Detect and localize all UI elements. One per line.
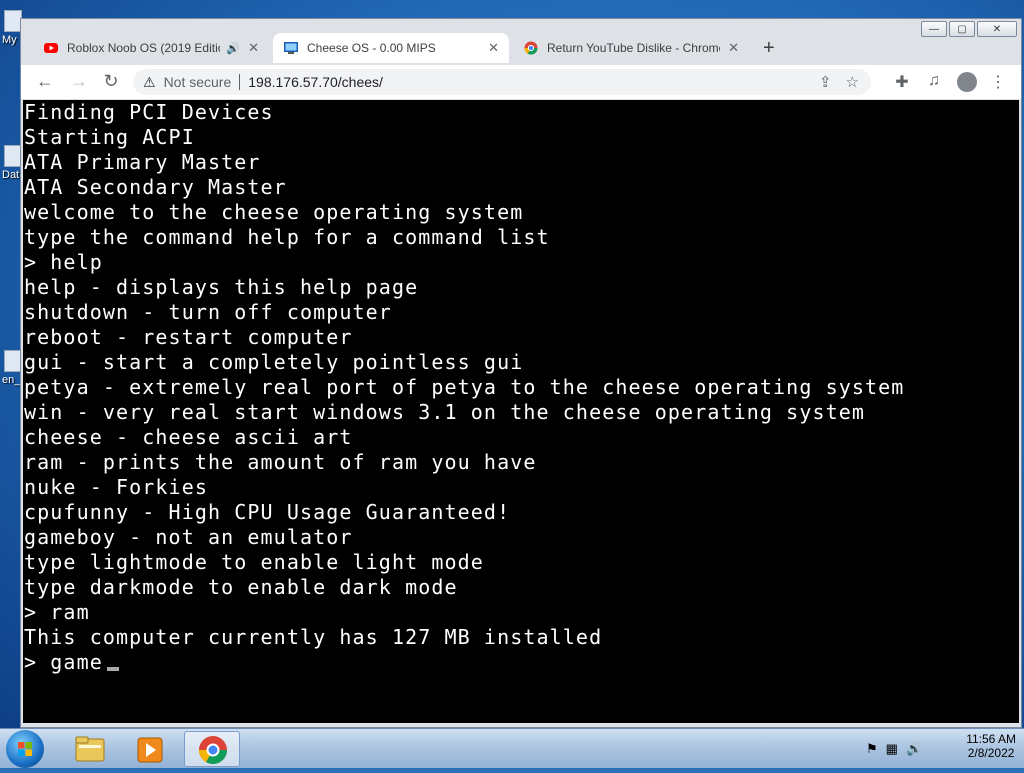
tab-roblox-noob-os[interactable]: Roblox Noob OS (2019 Edition) 🔊 ✕ [33, 33, 269, 63]
tab-close-button[interactable]: ✕ [488, 40, 499, 56]
desktop-icon-label: en_ [2, 374, 21, 386]
terminal-line: welcome to the cheese operating system [24, 200, 524, 224]
extensions-puzzle-icon[interactable]: ✚ [891, 72, 913, 92]
terminal-screen[interactable]: Finding PCI Devices Starting ACPI ATA Pr… [23, 100, 1019, 723]
desktop-icon-data[interactable]: Dat [2, 145, 22, 181]
terminal-line: win - very real start windows 3.1 on the… [24, 400, 866, 424]
taskbar: ⚑ ▦ 🔊 11:56 AM 2/8/2022 [0, 728, 1024, 768]
terminal-line: gui - start a completely pointless gui [24, 350, 524, 374]
terminal-line: cpufunny - High CPU Usage Guaranteed! [24, 500, 511, 524]
tab-strip: Roblox Noob OS (2019 Edition) 🔊 ✕ Cheese… [21, 29, 1021, 65]
taskbar-chrome-button[interactable] [184, 731, 240, 767]
terminal-line: reboot - restart computer [24, 325, 353, 349]
browser-window: — ▢ ✕ Roblox Noob OS (2019 Edition) 🔊 ✕ … [20, 18, 1022, 728]
windows-logo-icon [18, 742, 32, 756]
tab-title: Return YouTube Dislike - Chrome [547, 41, 721, 55]
terminal-line: > ram [24, 600, 90, 624]
chrome-icon [199, 736, 227, 764]
browser-toolbar: ← → ↻ ⚠ Not secure 198.176.57.70/chees/ … [21, 65, 1021, 99]
share-icon[interactable]: ⇪ [819, 73, 832, 91]
url-text[interactable]: 198.176.57.70/chees/ [248, 74, 383, 90]
tab-close-button[interactable]: ✕ [248, 40, 259, 56]
terminal-line: Starting ACPI [24, 125, 195, 149]
start-button[interactable] [6, 730, 44, 768]
text-cursor [106, 667, 119, 671]
desktop-icon-label: My [2, 34, 17, 46]
clock-time: 11:56 AM [966, 732, 1016, 746]
divider [239, 74, 241, 90]
terminal-line: ram - prints the amount of ram you have [24, 450, 537, 474]
reload-icon[interactable]: ↻ [99, 71, 123, 92]
terminal-line: Finding PCI Devices [24, 100, 274, 124]
omnibox-actions: ⇪ ☆ [819, 73, 859, 91]
address-bar[interactable]: ⚠ Not secure 198.176.57.70/chees/ ⇪ ☆ [133, 69, 871, 95]
terminal-line: This computer currently has 127 MB insta… [24, 625, 603, 649]
desktop-icon-en[interactable]: en_ [2, 350, 22, 386]
clock[interactable]: 11:56 AM 2/8/2022 [966, 732, 1016, 760]
terminal-input[interactable]: > game [24, 650, 103, 674]
folder-icon [75, 736, 105, 762]
terminal-line: gameboy - not an emulator [24, 525, 353, 549]
tab-close-button[interactable]: ✕ [728, 40, 739, 56]
desktop-icon-label: Dat [2, 169, 20, 181]
desktop-icon-my-computer[interactable]: My [2, 10, 22, 46]
media-player-icon [137, 737, 163, 763]
terminal-line: ATA Primary Master [24, 150, 261, 174]
youtube-icon [44, 43, 58, 53]
bookmark-star-icon[interactable]: ☆ [846, 73, 859, 91]
tab-return-youtube-dislike[interactable]: Return YouTube Dislike - Chrome ✕ [513, 33, 749, 63]
forward-arrow-icon[interactable]: → [67, 71, 91, 92]
system-tray: ⚑ ▦ 🔊 [866, 741, 922, 757]
terminal-line: ATA Secondary Master [24, 175, 287, 199]
terminal-line: cheese - cheese ascii art [24, 425, 353, 449]
warning-triangle-icon[interactable]: ⚠ [143, 74, 156, 91]
back-arrow-icon[interactable]: ← [33, 71, 57, 92]
new-tab-button[interactable]: + [763, 37, 775, 60]
media-controls-icon[interactable]: ♫ [923, 72, 945, 90]
terminal-line: type lightmode to enable light mode [24, 550, 484, 574]
terminal-line: petya - extremely real port of petya to … [24, 375, 905, 399]
chrome-web-store-icon [524, 41, 538, 55]
terminal-line: > help [24, 250, 103, 274]
tab-title: Cheese OS - 0.00 MIPS [307, 41, 436, 55]
taskbar-explorer-button[interactable] [62, 731, 118, 767]
tab-title: Roblox Noob OS (2019 Edition) [67, 41, 221, 55]
security-status: Not secure [163, 74, 232, 90]
taskbar-media-player-button[interactable] [122, 731, 178, 767]
terminal-line: shutdown - turn off computer [24, 300, 392, 324]
computer-icon [284, 42, 298, 54]
speaker-icon[interactable]: 🔊 [226, 42, 240, 55]
tab-cheese-os[interactable]: Cheese OS - 0.00 MIPS ✕ [273, 33, 509, 63]
terminal-line: help - displays this help page [24, 275, 419, 299]
terminal-input-line[interactable]: > game [23, 650, 1019, 675]
menu-kebab-icon[interactable]: ⋮ [987, 72, 1009, 92]
network-icon[interactable]: ▦ [886, 741, 898, 757]
action-center-flag-icon[interactable]: ⚑ [866, 741, 878, 757]
terminal-line: type the command help for a command list [24, 225, 550, 249]
volume-icon[interactable]: 🔊 [906, 741, 922, 757]
terminal-line: nuke - Forkies [24, 475, 208, 499]
profile-avatar-icon[interactable] [957, 72, 977, 92]
clock-date: 2/8/2022 [967, 746, 1015, 760]
terminal-line: type darkmode to enable dark mode [24, 575, 458, 599]
